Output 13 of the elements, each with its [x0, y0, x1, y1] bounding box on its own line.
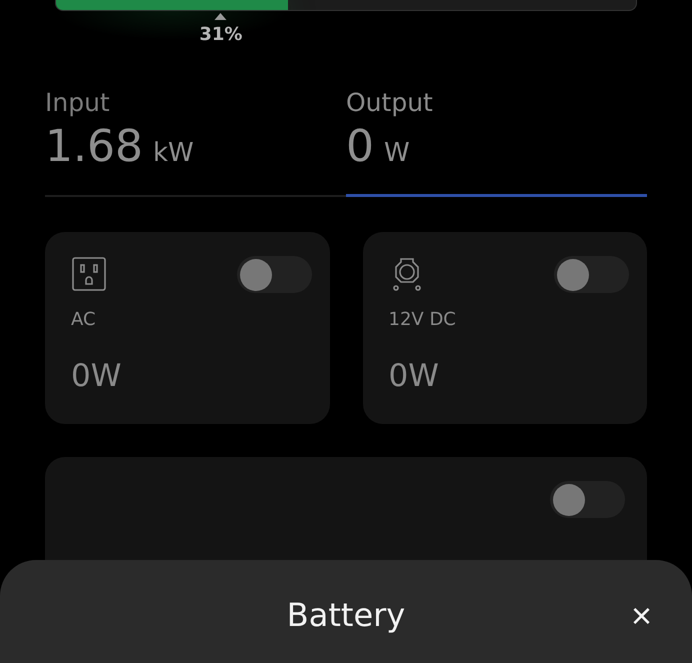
close-button[interactable]: ×: [630, 598, 652, 634]
output-power: 0W: [388, 358, 440, 394]
output-label: 12V DC: [388, 309, 457, 330]
output-power: 0W: [71, 358, 122, 394]
battery-percent: 31%: [199, 24, 242, 45]
power-tab[interactable]: Output 0 W: [346, 88, 647, 197]
output-toggle[interactable]: [550, 481, 625, 518]
outlet-icon: [71, 256, 107, 292]
output-toggle[interactable]: [554, 256, 629, 293]
output-label: AC: [71, 309, 97, 330]
output-toggle[interactable]: [236, 256, 312, 293]
power-tab[interactable]: Input 1.68 kW: [45, 88, 346, 197]
sheet-title: Battery: [286, 596, 406, 636]
